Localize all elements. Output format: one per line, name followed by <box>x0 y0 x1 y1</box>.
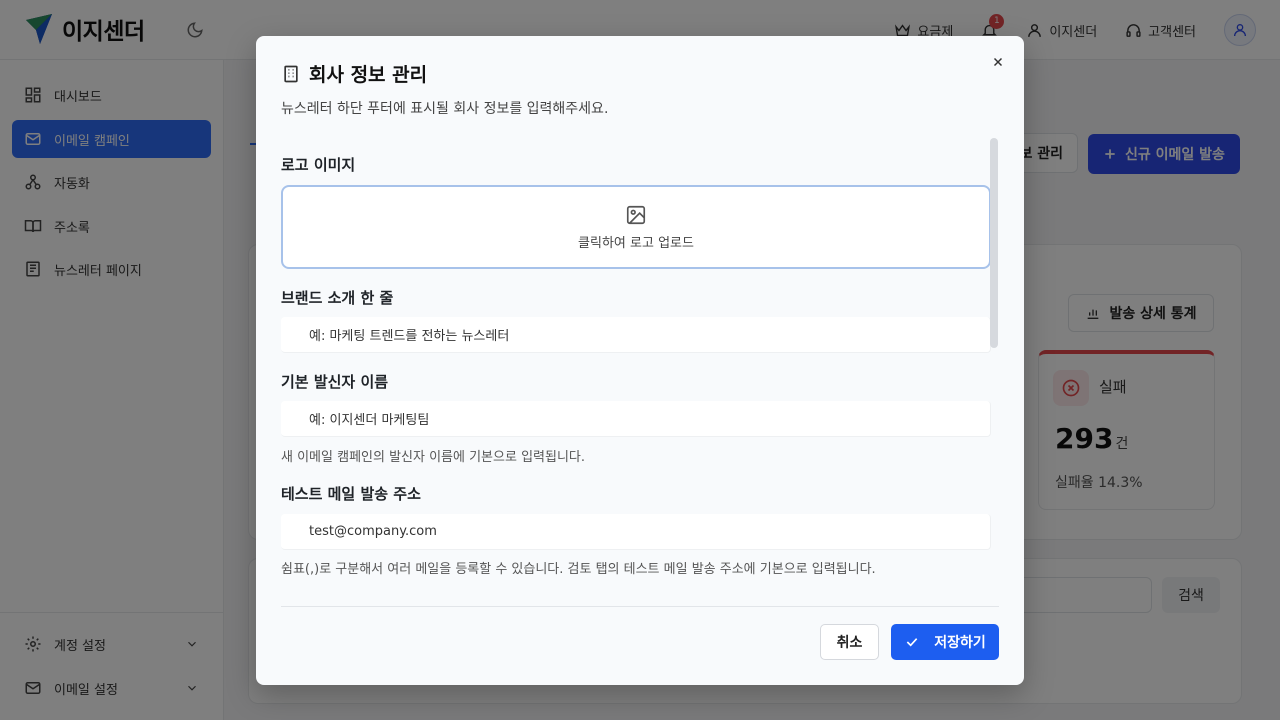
modal-description: 뉴스레터 하단 푸터에 표시될 회사 정보를 입력해주세요. <box>281 101 609 117</box>
modal-body: 로고 이미지 클릭하여 로고 업로드 브랜드 소개 한 줄 예: 마케팅 트렌드… <box>281 136 1001 604</box>
sender-name-label: 기본 발신자 이름 <box>281 373 389 391</box>
close-button[interactable] <box>988 52 1008 72</box>
footer-divider <box>281 606 999 607</box>
logo-upload-area[interactable]: 클릭하여 로고 업로드 <box>281 185 991 269</box>
sender-name-hint: 새 이메일 캠페인의 발신자 이름에 기본으로 입력됩니다. <box>281 450 586 465</box>
cancel-button[interactable]: 취소 <box>820 624 879 660</box>
logo-label: 로고 이미지 <box>281 156 356 174</box>
save-button[interactable]: 저장하기 <box>891 624 999 660</box>
check-icon <box>906 638 918 647</box>
test-email-label: 테스트 메일 발송 주소 <box>281 485 421 503</box>
company-info-modal: 회사 정보 관리 뉴스레터 하단 푸터에 표시될 회사 정보를 입력해주세요. … <box>256 36 1024 685</box>
brand-intro-input[interactable]: 예: 마케팅 트렌드를 전하는 뉴스레터 <box>281 317 991 353</box>
upload-text: 클릭하여 로고 업로드 <box>578 235 694 251</box>
modal-title: 회사 정보 관리 <box>309 64 428 86</box>
test-email-input[interactable]: test@company.com <box>281 514 991 550</box>
test-email-hint: 쉼표(,)로 구분해서 여러 메일을 등록할 수 있습니다. 검토 탭의 테스트… <box>281 562 876 577</box>
brand-intro-label: 브랜드 소개 한 줄 <box>281 289 394 307</box>
building-icon <box>284 65 298 82</box>
close-icon <box>993 57 1003 67</box>
scrollbar[interactable] <box>990 138 998 348</box>
save-label: 저장하기 <box>934 635 986 651</box>
sender-name-input[interactable]: 예: 이지센더 마케팅팀 <box>281 401 991 437</box>
image-icon <box>626 205 646 224</box>
modal-header: 회사 정보 관리 <box>281 60 427 87</box>
